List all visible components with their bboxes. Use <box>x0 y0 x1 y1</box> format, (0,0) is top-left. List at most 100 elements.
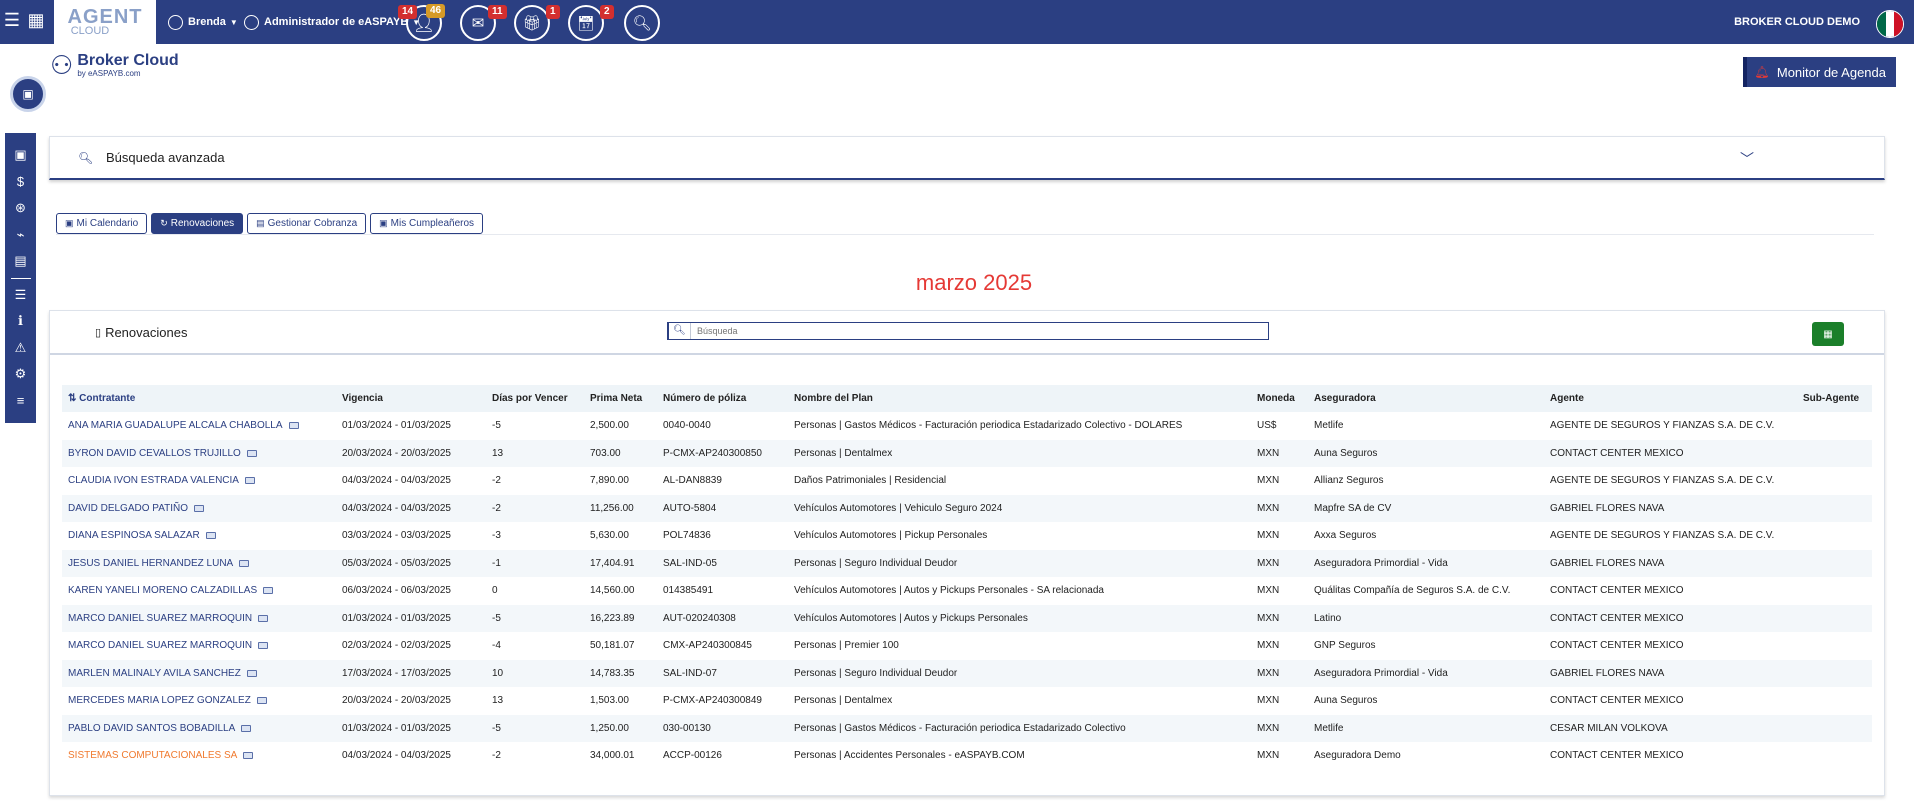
cell-plan: Vehículos Automotores | Autos y Pickups … <box>788 577 1251 605</box>
cell-plan: Personas | Gastos Médicos - Facturación … <box>788 714 1251 743</box>
cell-contratante[interactable]: ANA MARIA GUADALUPE ALCALA CHABOLLA <box>62 412 336 440</box>
cell-contratante[interactable]: BYRON DAVID CEVALLOS TRUJILLO <box>62 439 336 468</box>
bell-icon: 🔔︎ <box>1754 65 1770 79</box>
cell-vigencia: 04/03/2024 - 04/03/2025 <box>336 467 486 495</box>
table-search-input[interactable] <box>697 326 1257 336</box>
contratante-link[interactable]: MARCO DANIEL SUAREZ MARROQUIN <box>68 640 252 651</box>
cell-subagente <box>1797 714 1872 743</box>
sidebar-money-bag-icon[interactable]: $ <box>17 172 24 199</box>
cell-subagente <box>1797 659 1872 688</box>
id-card-icon[interactable] <box>246 449 257 457</box>
sidebar-settings-icon[interactable]: ⚙ <box>15 364 27 391</box>
mexico-flag-icon[interactable] <box>1876 10 1904 38</box>
cell-moneda: MXN <box>1251 714 1308 743</box>
contratante-link[interactable]: CLAUDIA IVON ESTRADA VALENCIA <box>68 475 239 486</box>
cell-contratante[interactable]: DIANA ESPINOSA SALAZAR <box>62 522 336 550</box>
contratante-link[interactable]: JESUS DANIEL HERNANDEZ LUNA <box>68 558 233 569</box>
cell-contratante[interactable]: MARCO DANIEL SUAREZ MARROQUIN <box>62 632 336 660</box>
logo-main-text: AGENT <box>67 6 143 28</box>
cell-contratante[interactable]: SISTEMAS COMPUTACIONALES SA <box>62 742 336 770</box>
clients-button[interactable]: 👤︎ 14 46 <box>398 4 446 41</box>
tab-renovaciones[interactable]: ↻ Renovaciones <box>151 213 244 234</box>
agent-cloud-logo[interactable]: AGENT CLOUD <box>54 0 156 44</box>
id-card-icon[interactable] <box>243 752 254 760</box>
gifts-badge: 1 <box>546 5 560 19</box>
app-subtitle: by eASPAYB.com <box>77 69 141 78</box>
id-card-icon[interactable] <box>258 614 269 622</box>
contratante-link[interactable]: BYRON DAVID CEVALLOS TRUJILLO <box>68 448 241 459</box>
contratante-link[interactable]: MARLEN MALINALY AVILA SANCHEZ <box>68 668 241 679</box>
cell-contratante[interactable]: JESUS DANIEL HERNANDEZ LUNA <box>62 549 336 578</box>
id-card-icon[interactable] <box>239 559 250 567</box>
id-card-icon[interactable] <box>194 504 205 512</box>
id-card-icon[interactable] <box>263 587 274 595</box>
cell-aseguradora: Auna Seguros <box>1308 439 1544 468</box>
apps-grid-icon[interactable]: ▦ <box>24 10 48 31</box>
cell-aseguradora: Axxa Seguros <box>1308 522 1544 550</box>
id-card-icon[interactable] <box>288 421 299 429</box>
contratante-link[interactable]: MERCEDES MARIA LOPEZ GONZALEZ <box>68 695 251 706</box>
id-card-icon[interactable] <box>244 477 255 485</box>
cell-contratante[interactable]: MARLEN MALINALY AVILA SANCHEZ <box>62 659 336 688</box>
sidebar-handshake-icon[interactable]: ⌁ <box>17 225 25 252</box>
cell-contratante[interactable]: KAREN YANELI MORENO CALZADILLAS <box>62 577 336 605</box>
contratante-link[interactable]: SISTEMAS COMPUTACIONALES SA <box>68 750 237 761</box>
sidebar-monitor-icon[interactable]: ▣ <box>14 145 26 172</box>
gifts-button[interactable]: 🎁︎ 1 <box>514 5 560 41</box>
calendar-button[interactable]: 📅︎ 2 <box>568 5 614 41</box>
monitor-agenda-button[interactable]: 🔔︎ Monitor de Agenda <box>1742 57 1896 87</box>
cell-vigencia: 04/03/2024 - 04/03/2025 <box>336 494 486 523</box>
contratante-link[interactable]: DAVID DELGADO PATIÑO <box>68 503 188 514</box>
hamburger-menu-icon[interactable]: ☰ <box>0 10 24 31</box>
contratante-link[interactable]: ANA MARIA GUADALUPE ALCALA CHABOLLA <box>68 420 283 431</box>
cell-moneda: US$ <box>1251 412 1308 440</box>
tab-mi-calendario[interactable]: ▣ Mi Calendario <box>56 213 148 234</box>
cell-prima: 16,223.89 <box>584 604 657 633</box>
user-search-button[interactable]: 🔍︎ <box>624 5 660 41</box>
card-title: ▯ Renovaciones <box>95 325 187 340</box>
id-card-icon[interactable] <box>241 724 252 732</box>
cell-contratante[interactable]: CLAUDIA IVON ESTRADA VALENCIA <box>62 467 336 495</box>
id-card-icon[interactable] <box>205 532 216 540</box>
id-card-icon[interactable] <box>256 697 267 705</box>
tab-gestionar-cobranza[interactable]: ▤ Gestionar Cobranza <box>247 213 367 234</box>
mail-button[interactable]: ✉ 11 <box>460 5 507 41</box>
id-card-icon[interactable] <box>246 669 257 677</box>
sidebar-life-ring-icon[interactable]: ⊛ <box>15 198 26 225</box>
user-dropdown[interactable]: Brenda ▼ <box>168 0 238 44</box>
cell-contratante[interactable]: MERCEDES MARIA LOPEZ GONZALEZ <box>62 687 336 715</box>
table-row: ANA MARIA GUADALUPE ALCALA CHABOLLA 01/03… <box>62 412 1872 440</box>
cell-aseguradora: GNP Seguros <box>1308 632 1544 660</box>
cell-subagente <box>1797 522 1872 550</box>
cell-aseguradora: Aseguradora Primordial - Vida <box>1308 659 1544 688</box>
cell-vigencia: 03/03/2024 - 03/03/2025 <box>336 522 486 550</box>
column-header-subagente: Sub-Agente <box>1797 385 1872 412</box>
admin-dropdown[interactable]: Administrador de eASPAYB ▼ <box>244 0 420 44</box>
cell-dias: 0 <box>486 577 584 605</box>
cell-agente: AGENTE DE SEGUROS Y FIANZAS S.A. DE C.V. <box>1544 522 1797 550</box>
cell-contratante[interactable]: PABLO DAVID SANTOS BOBADILLA <box>62 714 336 743</box>
cell-contratante[interactable]: MARCO DANIEL SUAREZ MARROQUIN <box>62 604 336 633</box>
cell-agente: GABRIEL FLORES NAVA <box>1544 549 1797 578</box>
sidebar-add-list-icon[interactable]: ≡ <box>17 391 25 418</box>
tab-mis-cumpleaneros[interactable]: ▣ Mis Cumpleañeros <box>370 213 484 234</box>
contratante-link[interactable]: DIANA ESPINOSA SALAZAR <box>68 530 200 541</box>
id-card-icon[interactable] <box>258 642 269 650</box>
cell-poliza: 014385491 <box>657 577 788 605</box>
cell-aseguradora: Allianz Seguros <box>1308 467 1544 495</box>
table-row: DIANA ESPINOSA SALAZAR 03/03/2024 - 03/03… <box>62 522 1872 550</box>
export-excel-button[interactable]: ▦ <box>1812 322 1844 346</box>
contratante-link[interactable]: PABLO DAVID SANTOS BOBADILLA <box>68 723 235 734</box>
contratante-link[interactable]: KAREN YANELI MORENO CALZADILLAS <box>68 585 257 596</box>
advanced-search-panel[interactable]: 🔍︎ Búsqueda avanzada ﹀ <box>49 136 1885 180</box>
chevron-down-icon[interactable]: ﹀ <box>1740 149 1754 169</box>
sidebar-warning-icon[interactable]: ⚠ <box>15 338 27 365</box>
column-header-contratante[interactable]: ⇅ Contratante <box>62 385 336 412</box>
month-heading: marzo 2025 <box>915 270 1033 295</box>
sidebar-info-icon[interactable]: ℹ <box>18 311 23 338</box>
cell-contratante[interactable]: DAVID DELGADO PATIÑO <box>62 494 336 523</box>
cell-poliza: SAL-IND-07 <box>657 659 788 688</box>
contratante-link[interactable]: MARCO DANIEL SUAREZ MARROQUIN <box>68 613 252 624</box>
dashboard-shortcut-icon[interactable]: ▣ <box>10 76 46 112</box>
table-body: ANA MARIA GUADALUPE ALCALA CHABOLLA 01/03… <box>62 412 1872 770</box>
